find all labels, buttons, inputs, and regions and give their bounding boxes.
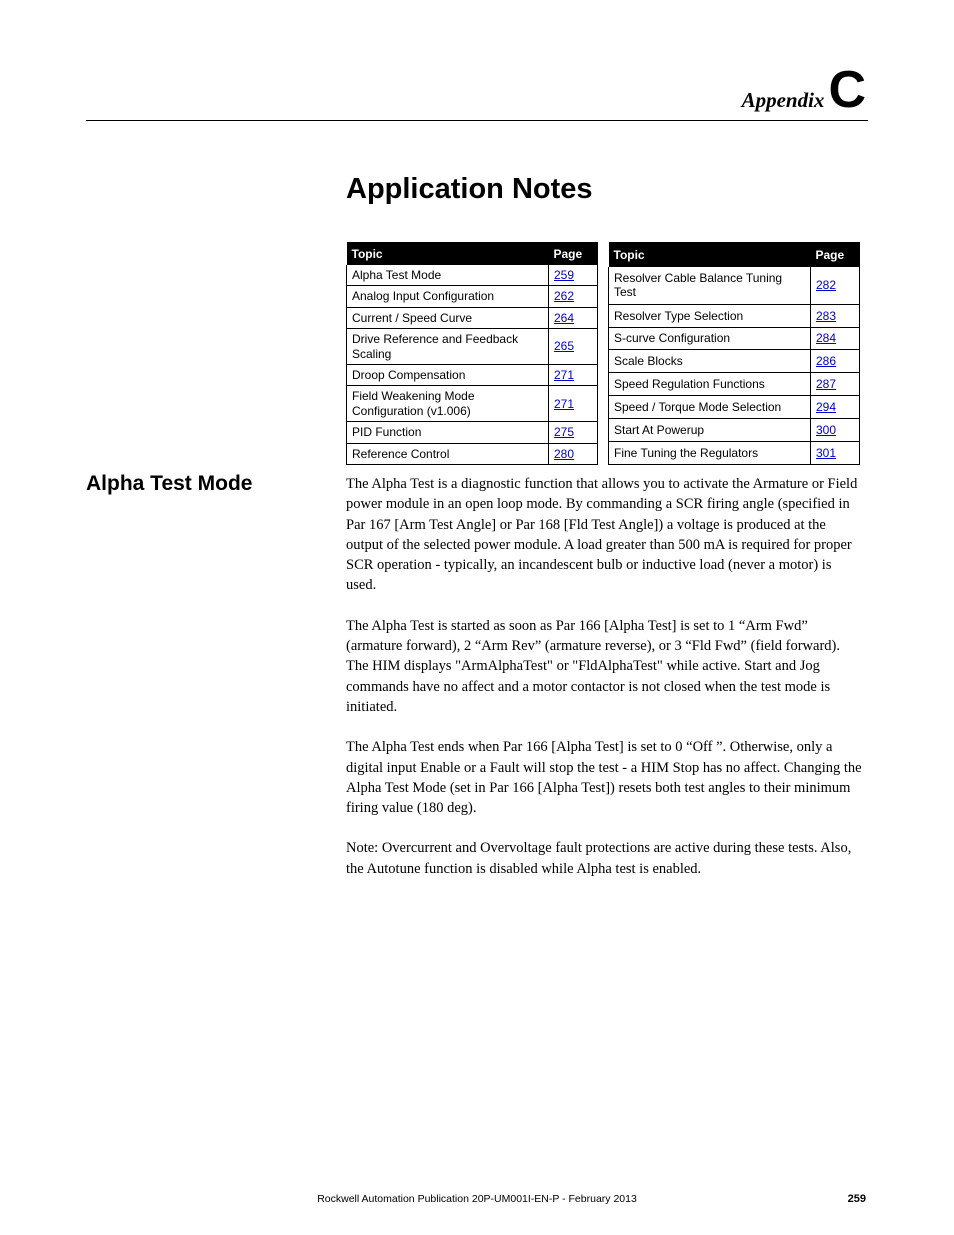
- toc-row: Analog Input Configuration 262: [347, 286, 598, 307]
- toc-topic: Start At Powerup: [609, 419, 811, 442]
- toc-row: Start At Powerup 300: [609, 419, 860, 442]
- toc-row: Scale Blocks 286: [609, 350, 860, 373]
- toc-topic: Fine Tuning the Regulators: [609, 441, 811, 464]
- body-paragraph: The Alpha Test ends when Par 166 [Alpha …: [346, 737, 864, 818]
- toc-page-link[interactable]: 262: [554, 289, 574, 303]
- toc-topic: Current / Speed Curve: [347, 307, 549, 328]
- footer-publication: Rockwell Automation Publication 20P-UM00…: [0, 1193, 954, 1205]
- table-of-contents: Topic Page Alpha Test Mode 259 Analog Inp…: [346, 242, 860, 465]
- toc-page-header: Page: [811, 243, 860, 267]
- toc-topic: Analog Input Configuration: [347, 286, 549, 307]
- toc-page-link[interactable]: 284: [816, 331, 836, 345]
- toc-row: Fine Tuning the Regulators 301: [609, 441, 860, 464]
- toc-page-link[interactable]: 301: [816, 446, 836, 460]
- toc-row: Drive Reference and Feedback Scaling 265: [347, 329, 598, 365]
- header-rule: [86, 120, 868, 121]
- appendix-header: Appendix C: [742, 70, 866, 113]
- toc-row: Current / Speed Curve 264: [347, 307, 598, 328]
- toc-page-link[interactable]: 271: [554, 397, 574, 411]
- toc-row: Field Weakening Mode Configuration (v1.0…: [347, 386, 598, 422]
- toc-row: Speed Regulation Functions 287: [609, 373, 860, 396]
- toc-page-link[interactable]: 300: [816, 423, 836, 437]
- toc-topic: Speed Regulation Functions: [609, 373, 811, 396]
- toc-page-link[interactable]: 265: [554, 339, 574, 353]
- toc-row: Alpha Test Mode 259: [347, 265, 598, 286]
- section-heading: Alpha Test Mode: [86, 472, 252, 496]
- toc-page-link[interactable]: 275: [554, 425, 574, 439]
- toc-topic-header: Topic: [609, 243, 811, 267]
- page-title: Application Notes: [346, 173, 593, 206]
- toc-topic: Scale Blocks: [609, 350, 811, 373]
- toc-page-link[interactable]: 264: [554, 311, 574, 325]
- toc-row: Droop Compensation 271: [347, 364, 598, 385]
- appendix-label: Appendix: [742, 88, 825, 113]
- toc-topic: S-curve Configuration: [609, 327, 811, 350]
- toc-page-link[interactable]: 286: [816, 354, 836, 368]
- toc-page-link[interactable]: 287: [816, 377, 836, 391]
- toc-row: Resolver Type Selection 283: [609, 304, 860, 327]
- toc-topic: Drive Reference and Feedback Scaling: [347, 329, 549, 365]
- document-page: Appendix C Application Notes Topic Page …: [0, 0, 954, 1235]
- toc-page-link[interactable]: 259: [554, 268, 574, 282]
- toc-row: PID Function 275: [347, 422, 598, 443]
- toc-page-link[interactable]: 283: [816, 309, 836, 323]
- body-paragraph: Note: Overcurrent and Overvoltage fault …: [346, 838, 864, 879]
- toc-topic: Resolver Type Selection: [609, 304, 811, 327]
- toc-topic: Reference Control: [347, 443, 549, 464]
- toc-page-link[interactable]: 282: [816, 278, 836, 292]
- toc-page-link[interactable]: 294: [816, 400, 836, 414]
- body-paragraph: The Alpha Test is a diagnostic function …: [346, 474, 864, 596]
- toc-topic-header: Topic: [347, 243, 549, 266]
- toc-page-header: Page: [549, 243, 598, 266]
- toc-topic: Speed / Torque Mode Selection: [609, 396, 811, 419]
- footer-page-number: 259: [848, 1193, 866, 1205]
- toc-row: S-curve Configuration 284: [609, 327, 860, 350]
- body-paragraph: The Alpha Test is started as soon as Par…: [346, 616, 864, 717]
- appendix-letter: C: [828, 70, 866, 112]
- toc-right-table: Topic Page Resolver Cable Balance Tuning…: [608, 242, 860, 465]
- toc-row: Reference Control 280: [347, 443, 598, 464]
- toc-topic: PID Function: [347, 422, 549, 443]
- toc-topic: Alpha Test Mode: [347, 265, 549, 286]
- toc-row: Resolver Cable Balance Tuning Test 282: [609, 267, 860, 305]
- toc-topic: Droop Compensation: [347, 364, 549, 385]
- toc-page-link[interactable]: 280: [554, 447, 574, 461]
- toc-page-link[interactable]: 271: [554, 368, 574, 382]
- toc-row: Speed / Torque Mode Selection 294: [609, 396, 860, 419]
- toc-topic: Field Weakening Mode Configuration (v1.0…: [347, 386, 549, 422]
- toc-topic: Resolver Cable Balance Tuning Test: [609, 267, 811, 305]
- body-text: The Alpha Test is a diagnostic function …: [346, 474, 864, 899]
- toc-left-table: Topic Page Alpha Test Mode 259 Analog Inp…: [346, 242, 598, 465]
